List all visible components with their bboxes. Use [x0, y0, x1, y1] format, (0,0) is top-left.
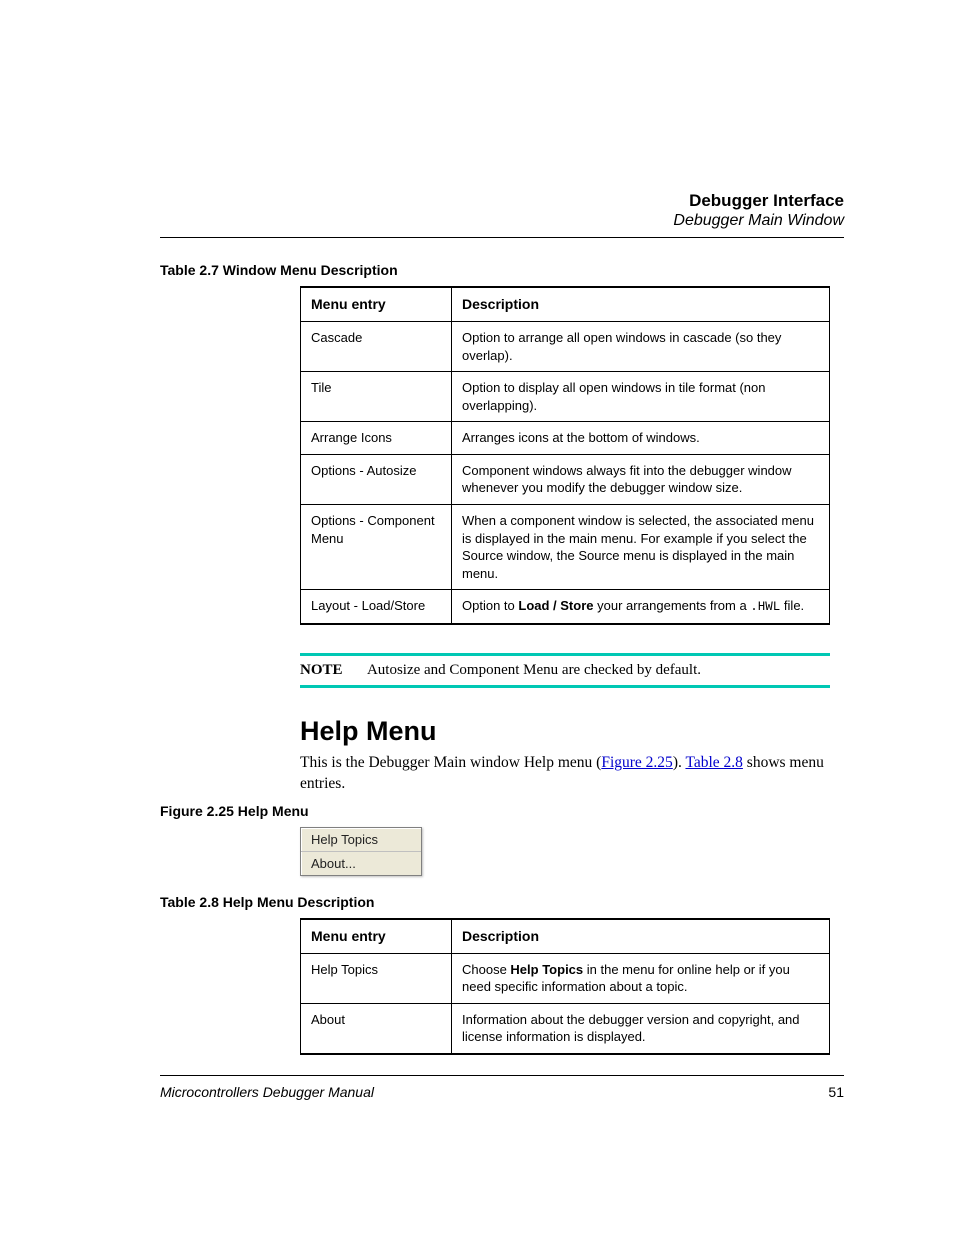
chapter-title: Debugger Interface: [160, 190, 844, 211]
section-title: Debugger Main Window: [160, 211, 844, 231]
table-row: Tile Option to display all open windows …: [301, 372, 830, 422]
cell-entry: About: [301, 1003, 452, 1054]
cell-entry: Cascade: [301, 322, 452, 372]
text: This is the Debugger Main window Help me…: [300, 754, 601, 771]
cell-desc: Option to arrange all open windows in ca…: [452, 322, 830, 372]
table-row: Options - Component Menu When a componen…: [301, 504, 830, 589]
text: Option to: [462, 598, 518, 613]
cell-entry: Options - Autosize: [301, 454, 452, 504]
table-header-row: Menu entry Description: [301, 287, 830, 321]
cell-desc: Arranges icons at the bottom of windows.: [452, 422, 830, 455]
table-2-7-caption: Table 2.7 Window Menu Description: [160, 262, 844, 278]
text: Choose: [462, 962, 510, 977]
figure-2-25-caption: Figure 2.25 Help Menu: [160, 803, 844, 819]
running-head: Debugger Interface Debugger Main Window: [160, 190, 844, 231]
table-2-7: Menu entry Description Cascade Option to…: [300, 286, 830, 625]
cell-desc: Component windows always fit into the de…: [452, 454, 830, 504]
table-row: Arrange Icons Arranges icons at the bott…: [301, 422, 830, 455]
menu-item-about[interactable]: About...: [301, 852, 421, 875]
note-text: Autosize and Component Menu are checked …: [367, 662, 701, 678]
table-2-8-caption: Table 2.8 Help Menu Description: [160, 894, 844, 910]
help-menu-heading: Help Menu: [300, 716, 844, 747]
help-menu-intro: This is the Debugger Main window Help me…: [300, 753, 830, 795]
cell-desc: Choose Help Topics in the menu for onlin…: [452, 953, 830, 1003]
note-block: NOTE Autosize and Component Menu are che…: [300, 653, 830, 688]
table-header-row: Menu entry Description: [301, 919, 830, 953]
page: Debugger Interface Debugger Main Window …: [0, 0, 954, 1235]
col-menu-entry: Menu entry: [301, 287, 452, 321]
help-menu-figure: Help Topics About...: [300, 827, 422, 876]
cell-entry: Help Topics: [301, 953, 452, 1003]
table-row: About Information about the debugger ver…: [301, 1003, 830, 1054]
cell-entry: Layout - Load/Store: [301, 590, 452, 624]
cell-desc: Option to Load / Store your arrangements…: [452, 590, 830, 624]
note-label: NOTE: [300, 662, 364, 679]
cell-desc: Information about the debugger version a…: [452, 1003, 830, 1054]
text: your arrangements from a: [594, 598, 751, 613]
cell-desc: Option to display all open windows in ti…: [452, 372, 830, 422]
cell-entry: Options - Component Menu: [301, 504, 452, 589]
page-footer: Microcontrollers Debugger Manual 51: [160, 1075, 844, 1100]
text: ).: [673, 754, 686, 771]
table-row: Help Topics Choose Help Topics in the me…: [301, 953, 830, 1003]
table-row: Layout - Load/Store Option to Load / Sto…: [301, 590, 830, 624]
cell-entry: Tile: [301, 372, 452, 422]
col-description: Description: [452, 287, 830, 321]
text-bold: Load / Store: [518, 598, 593, 613]
table-2-8: Menu entry Description Help Topics Choos…: [300, 918, 830, 1055]
text-mono: .HWL: [750, 600, 780, 614]
header-rule: [160, 237, 844, 238]
page-number: 51: [828, 1084, 844, 1100]
text: file.: [780, 598, 804, 613]
table-row: Cascade Option to arrange all open windo…: [301, 322, 830, 372]
table-row: Options - Autosize Component windows alw…: [301, 454, 830, 504]
col-menu-entry: Menu entry: [301, 919, 452, 953]
link-figure-2-25[interactable]: Figure 2.25: [601, 754, 672, 771]
link-table-2-8[interactable]: Table 2.8: [685, 754, 742, 771]
manual-title: Microcontrollers Debugger Manual: [160, 1084, 374, 1100]
col-description: Description: [452, 919, 830, 953]
cell-entry: Arrange Icons: [301, 422, 452, 455]
cell-desc: When a component window is selected, the…: [452, 504, 830, 589]
text-bold: Help Topics: [510, 962, 583, 977]
menu-item-help-topics[interactable]: Help Topics: [301, 828, 421, 852]
